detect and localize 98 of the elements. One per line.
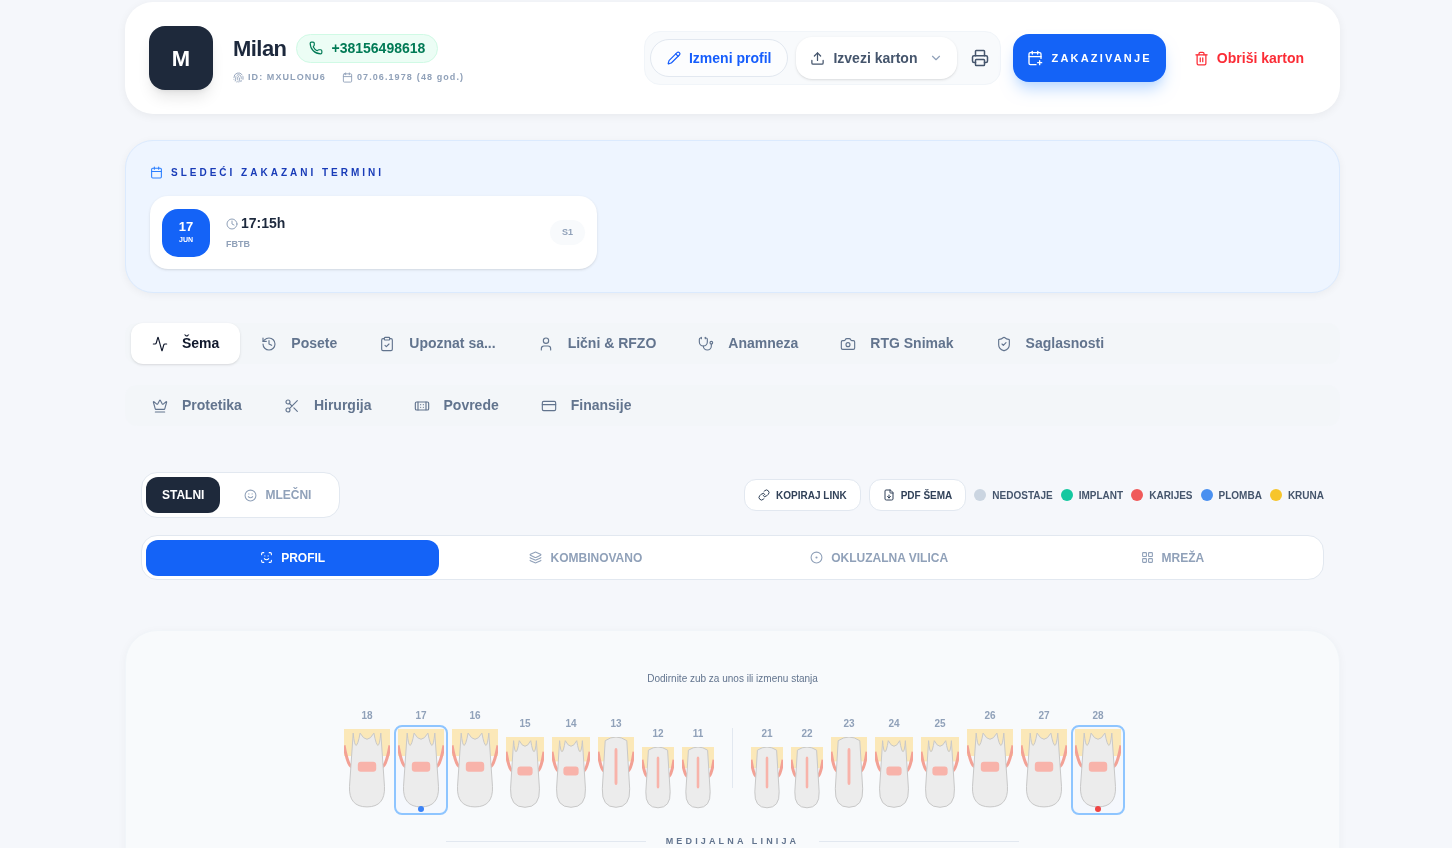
clipboard-icon (379, 335, 396, 352)
appointment-time: 17:15h (241, 214, 286, 234)
phone-badge[interactable]: +38156498618 (296, 33, 439, 63)
tab[interactable]: Anamneza (677, 323, 820, 364)
view-tab[interactable]: OKLUZALNA VILICA (732, 539, 1026, 576)
day: 17 (178, 219, 194, 236)
crown-icon (152, 397, 168, 414)
age: (48 god.) (416, 70, 465, 84)
scissors-icon (283, 397, 300, 414)
view-tab[interactable]: KOMBINOVANO (439, 539, 733, 576)
tab[interactable]: Saglasnosti (974, 323, 1126, 364)
tooth-number: 15 (519, 717, 531, 731)
tab[interactable]: Šema (131, 323, 241, 364)
tooth-button[interactable] (394, 725, 448, 815)
tooth-number: 12 (652, 727, 664, 741)
tooth-number: 24 (888, 717, 900, 731)
layers-icon (529, 551, 543, 564)
legend-label: KARIJES (1149, 488, 1193, 503)
calendar-icon (341, 72, 353, 83)
tooth-icon (831, 737, 867, 811)
dentition-option[interactable]: STALNI (146, 477, 221, 513)
calendar-plus-icon (1027, 50, 1044, 66)
section-title: SLEDEĆI ZAKAZANI TERMINI (171, 165, 385, 180)
export-button[interactable]: Izvezi karton (796, 37, 958, 79)
tooth-number: 26 (984, 709, 996, 723)
tab[interactable]: Upoznat sa... (358, 323, 517, 364)
tooth-icon (682, 747, 714, 811)
tooth-number: 27 (1038, 709, 1050, 723)
print-icon (971, 49, 990, 67)
stethoscope-icon (698, 335, 715, 352)
tooth-icon (552, 737, 590, 811)
scan-icon (260, 551, 274, 564)
tooth-icon (598, 737, 634, 811)
tooth-number: 28 (1092, 709, 1104, 723)
birth-date: 07.06.1978 (356, 70, 413, 84)
file-download-icon (882, 489, 895, 501)
schedule-button[interactable]: ZAKAZIVANJE (1013, 34, 1166, 82)
tooth-icon (967, 729, 1013, 811)
tooth-icon (452, 729, 498, 811)
appointment-code: FBTB (226, 238, 251, 252)
calendar-icon (150, 166, 163, 179)
history-icon (261, 335, 278, 352)
tooth-number: 25 (934, 717, 946, 731)
tooth-icon (1021, 729, 1067, 811)
camera-icon (840, 335, 857, 352)
tooth-icon (642, 747, 674, 811)
midline-label: MEDIJALNA LINIJA (665, 835, 800, 848)
tooth-icon (791, 747, 823, 811)
dentition-option[interactable]: MLEČNI (220, 477, 336, 513)
trash-icon (1193, 50, 1209, 66)
upload-icon (810, 50, 826, 66)
tab[interactable]: Lični & RFZO (516, 323, 678, 364)
tooth-number: 23 (843, 717, 855, 731)
tab[interactable]: Hirurgija (262, 385, 393, 426)
edit-profile-button[interactable]: Izmeni profil (650, 39, 789, 77)
tooth-number: 22 (801, 727, 813, 741)
clock-icon (226, 217, 238, 230)
legend-label: NEDOSTAJE (992, 488, 1053, 503)
view-tab[interactable]: MREŽA (1025, 539, 1319, 576)
legend-label: PLOMBA (1218, 488, 1262, 503)
pulse-icon (152, 335, 168, 352)
pdf-button[interactable]: PDF ŠEMA (868, 479, 967, 511)
tooth-number: 16 (469, 709, 481, 723)
tooth-number: 18 (361, 709, 373, 723)
tooth-number: 17 (415, 709, 427, 723)
avatar: M (149, 26, 213, 90)
tooth-number: 13 (610, 717, 622, 731)
pencil-icon (667, 51, 681, 65)
smile-icon (244, 488, 258, 502)
phone-icon (309, 41, 324, 56)
fingerprint-icon (233, 72, 244, 83)
view-tab[interactable]: PROFIL (146, 539, 440, 576)
copy-link-button[interactable]: KOPIRAJ LINK (744, 479, 861, 511)
tooth-button[interactable] (1071, 725, 1125, 815)
legend-label: KRUNA (1287, 488, 1324, 503)
tab[interactable]: Povrede (392, 385, 520, 426)
legend-label: IMPLANT (1078, 488, 1124, 503)
tooth-icon (344, 729, 390, 811)
tooth-number: 21 (761, 727, 773, 741)
tooth-icon (875, 737, 913, 811)
tooth-icon (751, 747, 783, 811)
tab[interactable]: Posete (240, 323, 359, 364)
patient-name: Milan (233, 34, 287, 63)
tooth-icon (506, 737, 544, 811)
chart-hint: Dodirnite zub za unos ili izmenu stanja (647, 672, 818, 686)
shield-icon (995, 335, 1012, 352)
tooth-number: 14 (565, 717, 577, 731)
chair-badge: S1 (550, 219, 585, 246)
tab[interactable]: Protetika (131, 385, 263, 426)
tab[interactable]: RTG Snimak (819, 323, 975, 364)
delete-record-button[interactable]: Obriši karton (1193, 47, 1304, 69)
link-icon (758, 489, 771, 501)
circle-icon (810, 551, 824, 564)
patient-id: ID: MXULONU6 (248, 70, 326, 84)
tab[interactable]: Finansije (519, 385, 653, 426)
grid-icon (1140, 551, 1154, 564)
tooth-icon (921, 737, 959, 811)
tooth-number: 11 (692, 727, 704, 741)
